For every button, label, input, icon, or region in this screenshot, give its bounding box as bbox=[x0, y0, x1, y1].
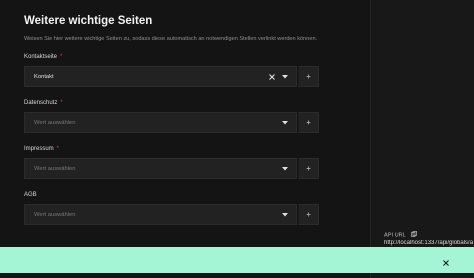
app-page: Weitere wichtige Seiten Weisen Sie hier … bbox=[0, 0, 474, 278]
field-row: Wert auswählen + bbox=[24, 204, 319, 225]
add-datenschutz-button[interactable]: + bbox=[298, 112, 319, 133]
required-marker: * bbox=[60, 54, 63, 60]
close-icon[interactable] bbox=[441, 255, 451, 266]
chevron-down-icon[interactable] bbox=[282, 74, 288, 79]
add-agb-button[interactable]: + bbox=[298, 204, 319, 225]
field-row: Wert auswählen + bbox=[24, 112, 319, 133]
notification-toast bbox=[0, 247, 474, 273]
impressum-select[interactable]: Wert auswählen bbox=[24, 158, 297, 179]
required-marker: * bbox=[56, 146, 60, 152]
chevron-down-icon[interactable] bbox=[282, 120, 288, 125]
add-impressum-button[interactable]: + bbox=[298, 158, 319, 179]
main-content: Weitere wichtige Seiten Weisen Sie hier … bbox=[0, 0, 370, 278]
api-url-label: API URL bbox=[384, 231, 417, 239]
kontaktseite-select[interactable]: Kontakt bbox=[24, 66, 297, 87]
field-row: Wert auswählen + bbox=[24, 158, 319, 179]
field-datenschutz: Datenschutz * Wert auswählen + bbox=[24, 100, 346, 133]
chevron-down-icon[interactable] bbox=[282, 212, 288, 217]
field-agb: AGB Wert auswählen + bbox=[24, 192, 346, 225]
select-value: Kontakt bbox=[34, 73, 54, 80]
field-kontaktseite: Kontaktseite * Kontakt + bbox=[24, 54, 346, 87]
select-placeholder: Wert auswählen bbox=[34, 211, 76, 218]
required-marker: * bbox=[60, 100, 63, 106]
section-description: Weisen Sie hier weitere wichtige Seiten … bbox=[24, 36, 318, 42]
api-url-link[interactable]: http://localhost:1337/api/globals/a bbox=[384, 240, 474, 246]
chevron-down-icon[interactable] bbox=[282, 166, 288, 171]
field-label: AGB bbox=[24, 192, 37, 198]
copy-icon[interactable] bbox=[411, 231, 417, 239]
agb-select[interactable]: Wert auswählen bbox=[24, 204, 297, 225]
page-title: Weitere wichtige Seiten bbox=[24, 15, 153, 27]
field-label: Impressum * bbox=[24, 146, 60, 152]
datenschutz-select[interactable]: Wert auswählen bbox=[24, 112, 297, 133]
field-label: Datenschutz * bbox=[24, 100, 63, 106]
select-placeholder: Wert auswählen bbox=[34, 165, 76, 172]
field-impressum: Impressum * Wert auswählen + bbox=[24, 146, 346, 179]
close-icon[interactable] bbox=[269, 73, 275, 80]
field-row: Kontakt + bbox=[24, 66, 319, 87]
field-label: Kontaktseite * bbox=[24, 54, 63, 60]
add-kontaktseite-button[interactable]: + bbox=[298, 66, 319, 87]
select-placeholder: Wert auswählen bbox=[34, 119, 76, 126]
